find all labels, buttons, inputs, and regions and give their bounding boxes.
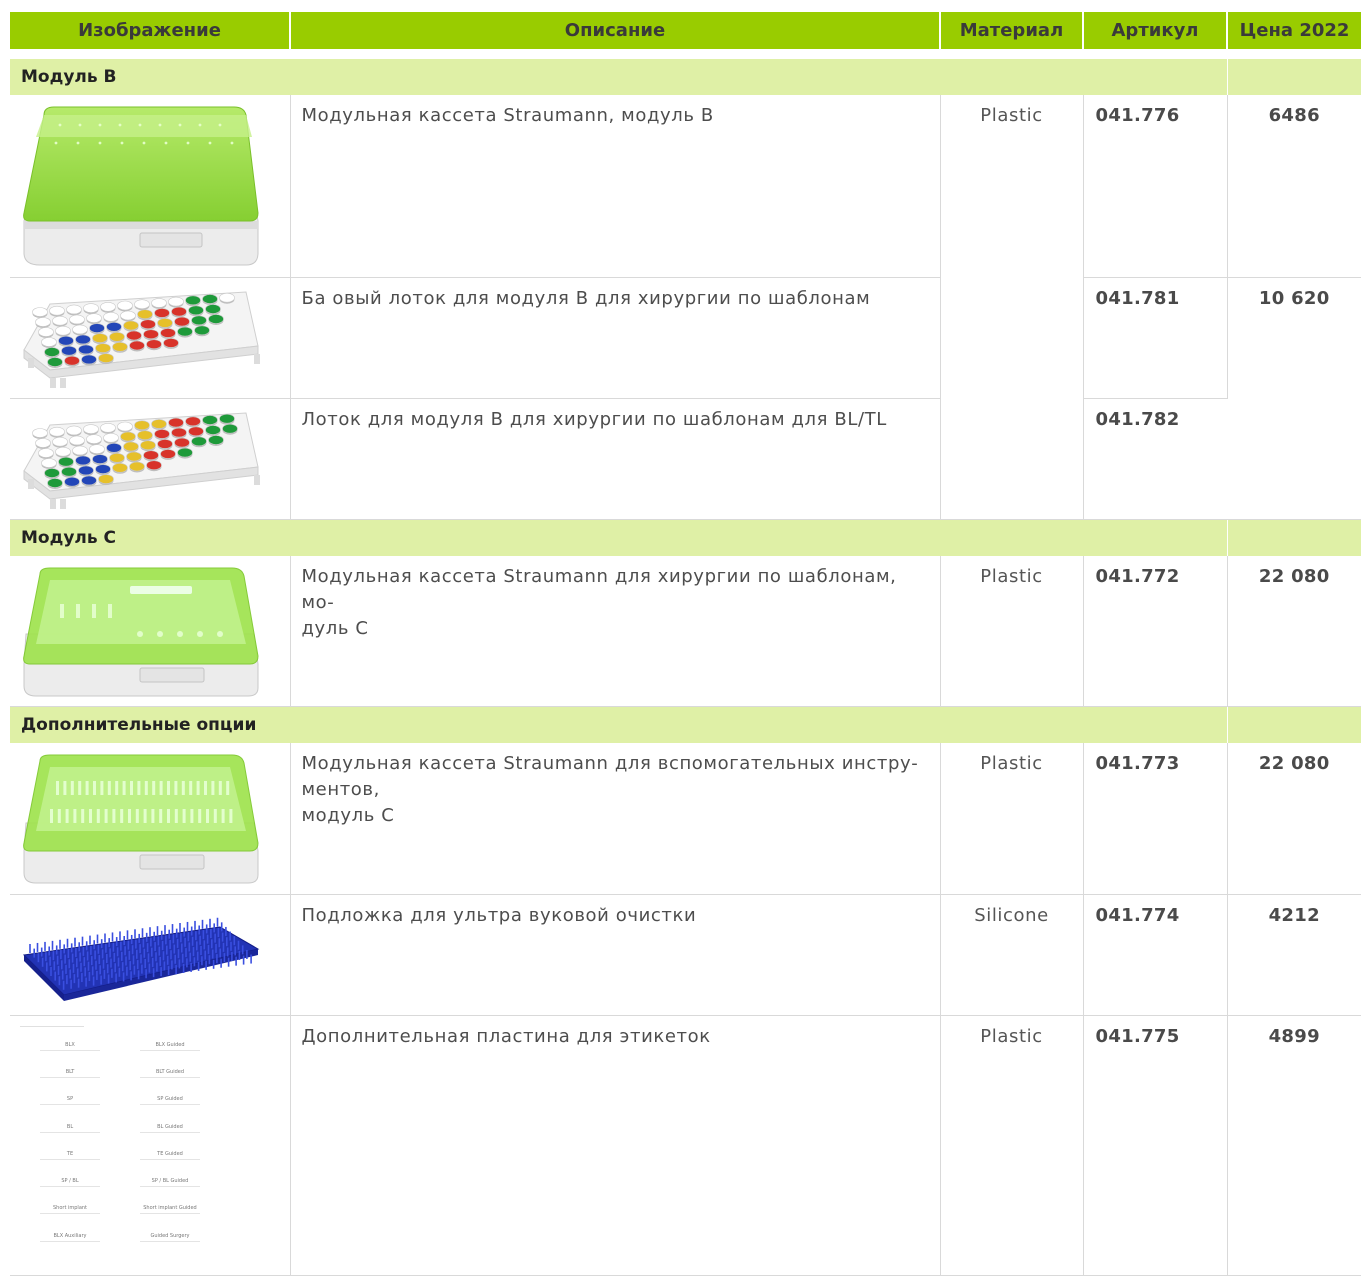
product-image	[10, 894, 291, 1016]
article-cell: 041.774	[1083, 894, 1228, 1016]
cassette-module-b-image	[23, 106, 259, 266]
label-plate-text: SP Guided	[140, 1096, 200, 1106]
label-plate-text: Guided Surgery	[140, 1233, 200, 1242]
label-plate-text: TE Guided	[140, 1151, 200, 1160]
section-title: Модуль B	[10, 59, 1228, 95]
header-image: Изображение	[10, 12, 291, 49]
section-row-module-c: Модуль C	[10, 519, 1361, 556]
article-cell: 041.776	[1083, 95, 1228, 278]
article-cell: 041.773	[1083, 743, 1228, 895]
label-plate-text: BLX Guided	[140, 1042, 200, 1051]
description-cell: Подложка для ультра вуковой очистки	[290, 894, 941, 1016]
material-cell: Silicone	[940, 894, 1084, 1016]
table-row: BLX BLX Guided BLT BLT Guided SP SP Guided BL B…	[10, 1015, 1361, 1276]
label-plate-text: Short implant	[40, 1205, 100, 1215]
cassette-module-c-image	[23, 567, 259, 696]
table-row: Модульная кассета Straumann для хирургии…	[10, 555, 1361, 707]
header-price: Цена 2022	[1227, 12, 1361, 49]
silicone-mat-image	[22, 917, 260, 1001]
label-plate-row: BLX Auxiliary Guided Surgery	[40, 1224, 200, 1251]
header-description: Описание	[290, 12, 941, 49]
article-cell: 041.775	[1083, 1015, 1228, 1276]
section-title: Модуль C	[10, 519, 1228, 556]
product-image	[10, 95, 291, 278]
header-article: Артикул	[1083, 12, 1228, 49]
cassette-aux-image	[23, 754, 259, 884]
label-plate-row: BLT BLT Guided	[40, 1060, 200, 1087]
label-plate-image: BLX BLX Guided BLT BLT Guided SP SP Guided BL B…	[20, 1025, 260, 1266]
description-cell: Лоток для модуля B для хирургии по шабло…	[290, 398, 941, 520]
article-cell: 041.781	[1083, 277, 1228, 399]
description-cell: Дополнительная пластина для этикеток	[290, 1015, 941, 1276]
label-plate-row: BLX BLX Guided	[40, 1033, 200, 1060]
label-plate-text: SP / BL Guided	[140, 1178, 200, 1188]
label-plate-text: BLT	[40, 1069, 100, 1078]
price-table: Изображение Описание Материал Артикул Це…	[10, 12, 1361, 1276]
table-row: Лоток для модуля B для хирургии по шабло…	[10, 398, 1361, 520]
label-plate-text: Short implant Guided	[140, 1205, 200, 1215]
label-plate-row: BL BL Guided	[40, 1114, 200, 1141]
label-plate-row: SP SP Guided	[40, 1087, 200, 1114]
price-cell: 10 620	[1227, 277, 1361, 520]
tray-bl-tl-image	[23, 411, 260, 509]
article-cell: 041.782	[1083, 398, 1227, 520]
label-plate-text: SP	[40, 1096, 100, 1106]
label-plate-text: BLX	[40, 1042, 100, 1051]
table-row: Модульная кассета Straumann, модуль B Pl…	[10, 95, 1361, 520]
article-cell: 041.772	[1083, 555, 1228, 707]
section-row-options: Дополнительные опции	[10, 706, 1361, 743]
label-plate-text: SP / BL	[40, 1178, 100, 1188]
material-cell: Plastic	[940, 555, 1084, 707]
material-cell: Plastic	[940, 743, 1084, 895]
price-cell: 4212	[1227, 894, 1361, 1016]
table-row: Модульная кассета Straumann для вспомога…	[10, 743, 1361, 895]
label-plate-row: TE TE Guided	[40, 1142, 200, 1169]
label-plate-row: Short implant Short implant Guided	[40, 1196, 200, 1223]
material-cell: Plastic	[940, 95, 1084, 520]
product-image	[10, 743, 291, 895]
product-image	[10, 398, 291, 520]
product-image	[10, 555, 291, 707]
section-row-module-b: Модуль B	[10, 59, 1361, 95]
product-image	[10, 277, 291, 399]
description-cell: Модульная кассета Straumann для вспомога…	[290, 743, 941, 895]
label-plate-text: BLT Guided	[140, 1069, 200, 1078]
description-cell: Ба овый лоток для модуля B для хирургии …	[290, 277, 941, 399]
product-image: BLX BLX Guided BLT BLT Guided SP SP Guided BL B…	[10, 1015, 291, 1276]
label-plate-text: BL	[40, 1124, 100, 1133]
header-material: Материал	[940, 12, 1084, 49]
description-cell: Модульная кассета Straumann, модуль B	[290, 95, 941, 278]
tray-basic-image	[23, 290, 260, 388]
price-cell: 22 080	[1227, 555, 1361, 707]
header-row: Изображение Описание Материал Артикул Це…	[10, 12, 1361, 49]
label-plate-row: SP / BL SP / BL Guided	[40, 1169, 200, 1196]
description-cell: Модульная кассета Straumann для хирургии…	[290, 555, 941, 707]
material-cell: Plastic	[940, 1015, 1084, 1276]
price-cell: 22 080	[1227, 743, 1361, 895]
price-cell: 4899	[1227, 1015, 1361, 1276]
price-cell: 6486	[1227, 95, 1361, 278]
label-plate-text: BLX Auxiliary	[40, 1233, 100, 1242]
section-title: Дополнительные опции	[10, 706, 1228, 743]
table-row: Ба овый лоток для модуля B для хирургии …	[10, 277, 1361, 520]
table-row: Подложка для ультра вуковой очистки Sili…	[10, 894, 1361, 1016]
label-plate-text: TE	[40, 1151, 100, 1160]
label-plate-text: BL Guided	[140, 1124, 200, 1133]
